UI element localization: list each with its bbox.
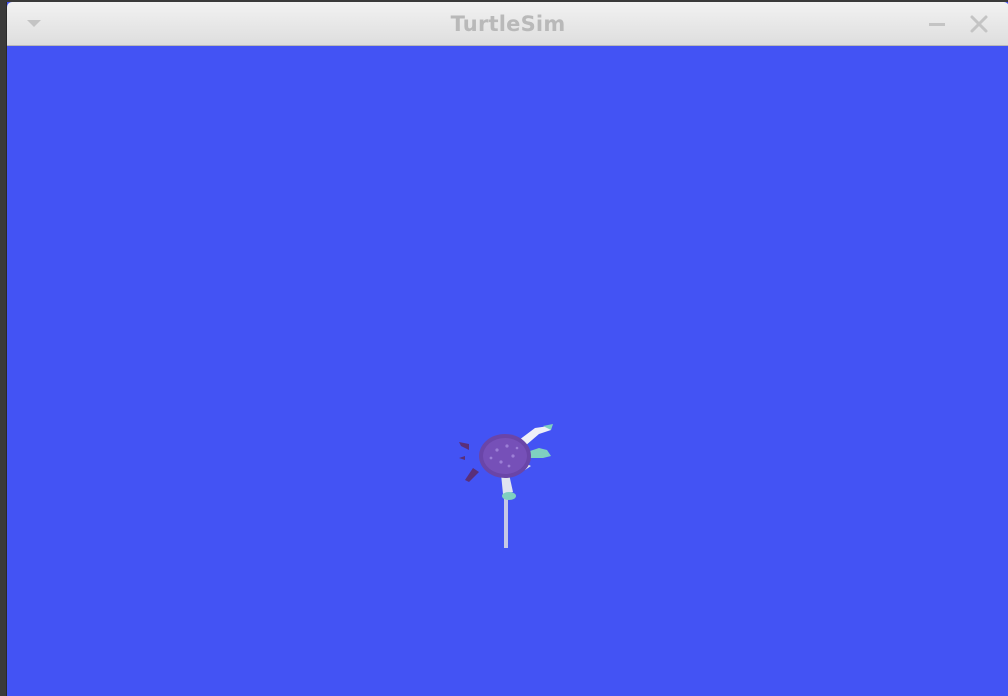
turtle-icon <box>459 424 553 500</box>
title-bar[interactable]: TurtleSim <box>7 2 1008 46</box>
close-button[interactable] <box>969 14 989 34</box>
simulation-canvas <box>7 46 1008 696</box>
close-icon <box>970 15 988 33</box>
minimize-button[interactable] <box>927 14 947 34</box>
minimize-icon <box>929 23 945 26</box>
turtlesim-window: TurtleSim <box>6 2 1008 696</box>
window-title: TurtleSim <box>450 12 566 36</box>
